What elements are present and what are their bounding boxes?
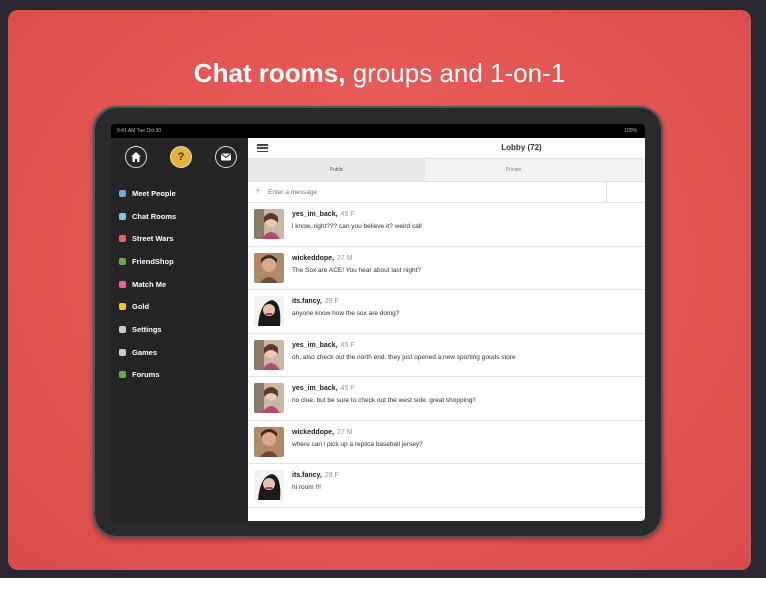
sidebar-item-label: Match Me [132, 279, 167, 289]
user-age-gender: 45 F [340, 211, 355, 218]
sidebar-item-match-me[interactable]: Match Me [111, 273, 248, 296]
help-icon[interactable]: ? [170, 146, 192, 168]
tablet-screen: 9:41 AM Tue Oct 30 100% ? Meet People Cha… [111, 124, 645, 521]
sidebar-item-friendshop[interactable]: FriendShop [111, 250, 248, 273]
message-row[interactable]: its.fancy, 29 F anyone know how the sox ar… [248, 290, 645, 334]
username[interactable]: yes_im_back, [292, 342, 338, 349]
username[interactable]: wickeddope, [292, 429, 334, 436]
message-author[interactable]: wickeddope, 27 M [292, 429, 353, 436]
bottom-strip [0, 578, 766, 589]
gear-icon [119, 325, 126, 333]
message-author[interactable]: its.fancy, 29 F [292, 472, 339, 479]
avatar[interactable] [254, 209, 284, 239]
user-age-gender: 27 M [337, 254, 353, 262]
tab-private[interactable]: Private [425, 159, 602, 181]
sidebar-item-label: Chat Rooms [132, 211, 177, 221]
home-icon[interactable] [125, 146, 147, 168]
user-age-gender: 45 F [340, 385, 355, 392]
promo-card: Chat rooms, groups and 1-on-1 9:41 AM Tu… [8, 10, 751, 570]
user-age-gender: 29 F [324, 472, 339, 479]
message-text: i know, right??? can you believe it? wei… [292, 223, 422, 230]
sidebar-item-chat-rooms[interactable]: Chat Rooms [111, 205, 248, 228]
room-tabs: Public Private [248, 159, 645, 202]
message-row[interactable]: its.fancy, 29 Fhi room !!! [248, 464, 645, 508]
username[interactable]: its.fancy, [292, 298, 322, 305]
message-row[interactable]: yes_im_back, 45 F oh, also check out the n… [248, 334, 645, 377]
status-time: 9:41 AM Tue Oct 30 [117, 128, 162, 134]
fist-icon [119, 235, 126, 243]
headline-rest: groups and 1-on-1 [352, 58, 566, 88]
avatar[interactable] [254, 470, 284, 500]
user-age-gender: 29 F [324, 298, 339, 305]
status-bar: 9:41 AM Tue Oct 30 100% [111, 124, 645, 138]
message-text: oh, also check out the north end. they j… [292, 353, 516, 361]
message-author[interactable]: yes_im_back, 45 F [292, 342, 355, 349]
sidebar-item-games[interactable]: Games [111, 341, 248, 364]
message-text: where can i pick up a replica baseball j… [292, 440, 423, 448]
headline: Chat rooms, groups and 1-on-1 [8, 58, 751, 89]
avatar[interactable] [254, 252, 284, 283]
headline-bold: Chat rooms, [193, 58, 346, 88]
message-author[interactable]: yes_im_back, 45 F [292, 385, 355, 392]
tab-public[interactable]: Public [248, 159, 425, 181]
message-row[interactable]: wickeddope, 27 M where can i pick up a rep… [248, 421, 645, 464]
tablet-frame: 9:41 AM Tue Oct 30 100% ? Meet People Cha… [93, 106, 663, 538]
search-icon [119, 189, 126, 197]
avatar[interactable] [254, 339, 284, 370]
message-row[interactable]: yes_im_back, 45 F no clue, but be sure to … [248, 377, 645, 421]
coin-icon [119, 303, 126, 311]
username[interactable]: yes_im_back, [292, 385, 338, 392]
chat-panel: Lobby (72) Public Private + yes_im_back,… [248, 138, 645, 521]
sidebar-item-label: Settings [132, 324, 162, 334]
message-author[interactable]: yes_im_back, 45 F [292, 211, 355, 218]
sidebar: ? Meet People Chat Rooms Street Wars Friend… [111, 138, 248, 521]
message-row[interactable]: wickeddope, 27 M The Sox are ACE! You hear… [248, 247, 645, 290]
message-text: no clue, but be sure to check out the we… [292, 397, 476, 404]
message-input[interactable] [268, 186, 628, 198]
avatar[interactable] [254, 426, 284, 457]
message-composer: + [248, 182, 645, 203]
avatar[interactable] [254, 296, 284, 326]
username[interactable]: wickeddope, [292, 255, 334, 262]
mail-icon[interactable] [215, 146, 237, 168]
sidebar-item-street-wars[interactable]: Street Wars [111, 227, 248, 250]
message-author[interactable]: wickeddope, 27 M [292, 255, 353, 262]
username[interactable]: yes_im_back, [292, 211, 338, 218]
message-row[interactable]: yes_im_back, 45 F i know, right??? can you… [248, 203, 645, 247]
sidebar-item-label: Meet People [132, 188, 176, 198]
tag-icon [119, 257, 126, 265]
sidebar-item-forums[interactable]: Forums [111, 364, 248, 387]
message-text: hi room !!! [292, 484, 321, 491]
sidebar-item-label: Gold [132, 302, 150, 312]
sidebar-top-icons: ? [111, 146, 248, 176]
sidebar-item-label: Street Wars [132, 234, 174, 244]
chat-icon [119, 212, 126, 220]
user-age-gender: 45 F [340, 341, 355, 349]
room-title: Lobby (72) [501, 143, 542, 152]
username[interactable]: its.fancy, [292, 472, 322, 479]
sidebar-item-label: Forums [132, 370, 160, 380]
message-author[interactable]: its.fancy, 29 F [292, 298, 339, 305]
gamepad-icon [119, 348, 126, 356]
sidebar-item-meet-people[interactable]: Meet People [111, 182, 248, 205]
message-text: The Sox are ACE! You hear about last nig… [292, 266, 422, 274]
sidebar-item-gold[interactable]: Gold [111, 295, 248, 318]
sidebar-item-label: FriendShop [132, 256, 174, 266]
heart-icon [119, 280, 126, 288]
message-text: anyone know how the sox are doing? [292, 310, 400, 317]
sidebar-menu: Meet People Chat Rooms Street Wars FriendSh… [111, 182, 248, 386]
forum-icon [119, 371, 126, 379]
user-age-gender: 27 M [337, 428, 353, 436]
chat-topbar: Lobby (72) [248, 138, 645, 159]
status-battery: 100% [624, 128, 637, 134]
add-attachment-icon[interactable]: + [255, 186, 261, 197]
message-list: yes_im_back, 45 Fi know, right??? can you… [248, 203, 645, 508]
sidebar-item-settings[interactable]: Settings [111, 318, 248, 341]
sidebar-item-label: Games [132, 347, 158, 357]
avatar[interactable] [254, 383, 284, 413]
